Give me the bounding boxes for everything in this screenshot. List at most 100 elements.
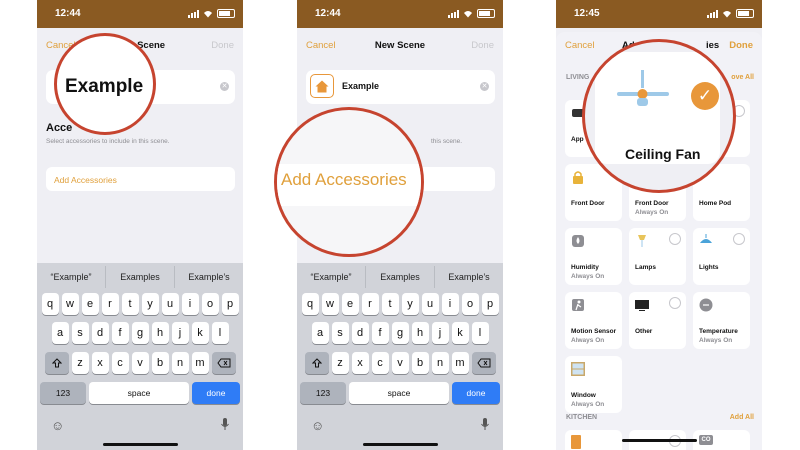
- key[interactable]: u: [421, 293, 439, 315]
- key[interactable]: y: [401, 293, 419, 315]
- suggestion-1[interactable]: “Example”: [297, 266, 366, 288]
- space-key[interactable]: space: [349, 382, 449, 404]
- accessory-tile[interactable]: Temperature Always On: [693, 292, 750, 349]
- suggestion-2[interactable]: Examples: [366, 266, 435, 288]
- key[interactable]: p: [481, 293, 499, 315]
- key[interactable]: o: [201, 293, 219, 315]
- done-key[interactable]: done: [452, 382, 500, 404]
- ceiling-fan-tile[interactable]: ✓ Ceiling Fan: [595, 52, 720, 164]
- select-radio[interactable]: [669, 297, 681, 309]
- accessory-tile[interactable]: Lights: [693, 228, 750, 285]
- key[interactable]: n: [171, 352, 189, 374]
- key[interactable]: v: [391, 352, 409, 374]
- suggestion-2[interactable]: Examples: [106, 266, 175, 288]
- key[interactable]: t: [381, 293, 399, 315]
- key[interactable]: v: [131, 352, 149, 374]
- key[interactable]: h: [411, 322, 429, 344]
- key[interactable]: x: [91, 352, 109, 374]
- key[interactable]: q: [41, 293, 59, 315]
- kitchen-tile[interactable]: CO: [693, 430, 750, 450]
- microphone-icon[interactable]: [221, 418, 229, 430]
- clear-icon[interactable]: ✕: [480, 82, 489, 91]
- space-key[interactable]: space: [89, 382, 189, 404]
- microphone-icon[interactable]: [481, 418, 489, 430]
- key[interactable]: a: [51, 322, 69, 344]
- emoji-icon[interactable]: ☺: [311, 418, 324, 433]
- key[interactable]: y: [141, 293, 159, 315]
- key[interactable]: o: [461, 293, 479, 315]
- key[interactable]: w: [61, 293, 79, 315]
- magnified-add-accessories[interactable]: Add Accessories: [281, 170, 407, 190]
- key[interactable]: s: [331, 322, 349, 344]
- key[interactable]: u: [161, 293, 179, 315]
- shift-key[interactable]: [44, 352, 69, 374]
- key[interactable]: c: [371, 352, 389, 374]
- key[interactable]: g: [131, 322, 149, 344]
- key[interactable]: r: [101, 293, 119, 315]
- key[interactable]: a: [311, 322, 329, 344]
- done-key[interactable]: done: [192, 382, 240, 404]
- add-accessories-row[interactable]: Add Accessories: [46, 167, 235, 191]
- clear-icon[interactable]: ✕: [220, 82, 229, 91]
- key[interactable]: e: [341, 293, 359, 315]
- key[interactable]: q: [301, 293, 319, 315]
- key[interactable]: z: [331, 352, 349, 374]
- select-radio[interactable]: [733, 233, 745, 245]
- shift-key[interactable]: [304, 352, 329, 374]
- numbers-key[interactable]: 123: [300, 382, 346, 404]
- suggestion-1[interactable]: “Example”: [37, 266, 106, 288]
- add-all-button[interactable]: Add All: [730, 414, 754, 421]
- key[interactable]: k: [191, 322, 209, 344]
- scene-name-field[interactable]: Example ✕: [306, 70, 495, 104]
- key[interactable]: c: [111, 352, 129, 374]
- done-button[interactable]: Done: [211, 40, 234, 51]
- key[interactable]: n: [431, 352, 449, 374]
- suggestion-3[interactable]: Example’s: [435, 266, 503, 288]
- key[interactable]: f: [111, 322, 129, 344]
- select-radio[interactable]: [669, 233, 681, 245]
- key[interactable]: j: [171, 322, 189, 344]
- key[interactable]: l: [471, 322, 489, 344]
- accessory-tile[interactable]: Window Always On: [565, 356, 622, 413]
- key[interactable]: z: [71, 352, 89, 374]
- key[interactable]: b: [151, 352, 169, 374]
- accessory-tile[interactable]: Motion Sensor Always On: [565, 292, 622, 349]
- key[interactable]: e: [81, 293, 99, 315]
- key[interactable]: j: [431, 322, 449, 344]
- key[interactable]: x: [351, 352, 369, 374]
- key[interactable]: i: [181, 293, 199, 315]
- key[interactable]: b: [411, 352, 429, 374]
- suggestion-3[interactable]: Example’s: [175, 266, 243, 288]
- key[interactable]: d: [351, 322, 369, 344]
- house-icon[interactable]: [310, 74, 334, 98]
- key[interactable]: t: [121, 293, 139, 315]
- key[interactable]: l: [211, 322, 229, 344]
- key[interactable]: d: [91, 322, 109, 344]
- emoji-icon[interactable]: ☺: [51, 418, 64, 433]
- numbers-key[interactable]: 123: [40, 382, 86, 404]
- key[interactable]: m: [191, 352, 209, 374]
- remove-all-button[interactable]: ove All: [731, 74, 754, 81]
- backspace-key[interactable]: [471, 352, 496, 374]
- done-button[interactable]: Done: [471, 40, 494, 51]
- accessory-tile[interactable]: Lamps: [629, 228, 686, 285]
- key[interactable]: r: [361, 293, 379, 315]
- key[interactable]: m: [451, 352, 469, 374]
- kitchen-tile[interactable]: [565, 430, 622, 450]
- add-accessories-row[interactable]: [417, 167, 495, 191]
- done-button[interactable]: Done: [729, 40, 753, 51]
- key[interactable]: g: [391, 322, 409, 344]
- key[interactable]: w: [321, 293, 339, 315]
- key[interactable]: k: [451, 322, 469, 344]
- accessory-tile[interactable]: Other: [629, 292, 686, 349]
- selected-check-icon[interactable]: ✓: [691, 82, 719, 110]
- key[interactable]: p: [221, 293, 239, 315]
- key[interactable]: i: [441, 293, 459, 315]
- cancel-button[interactable]: Cancel: [565, 40, 595, 51]
- key[interactable]: s: [71, 322, 89, 344]
- accessory-tile[interactable]: Humidity Always On: [565, 228, 622, 285]
- key[interactable]: f: [371, 322, 389, 344]
- key[interactable]: h: [151, 322, 169, 344]
- thermometer-icon: [699, 298, 713, 312]
- backspace-key[interactable]: [211, 352, 236, 374]
